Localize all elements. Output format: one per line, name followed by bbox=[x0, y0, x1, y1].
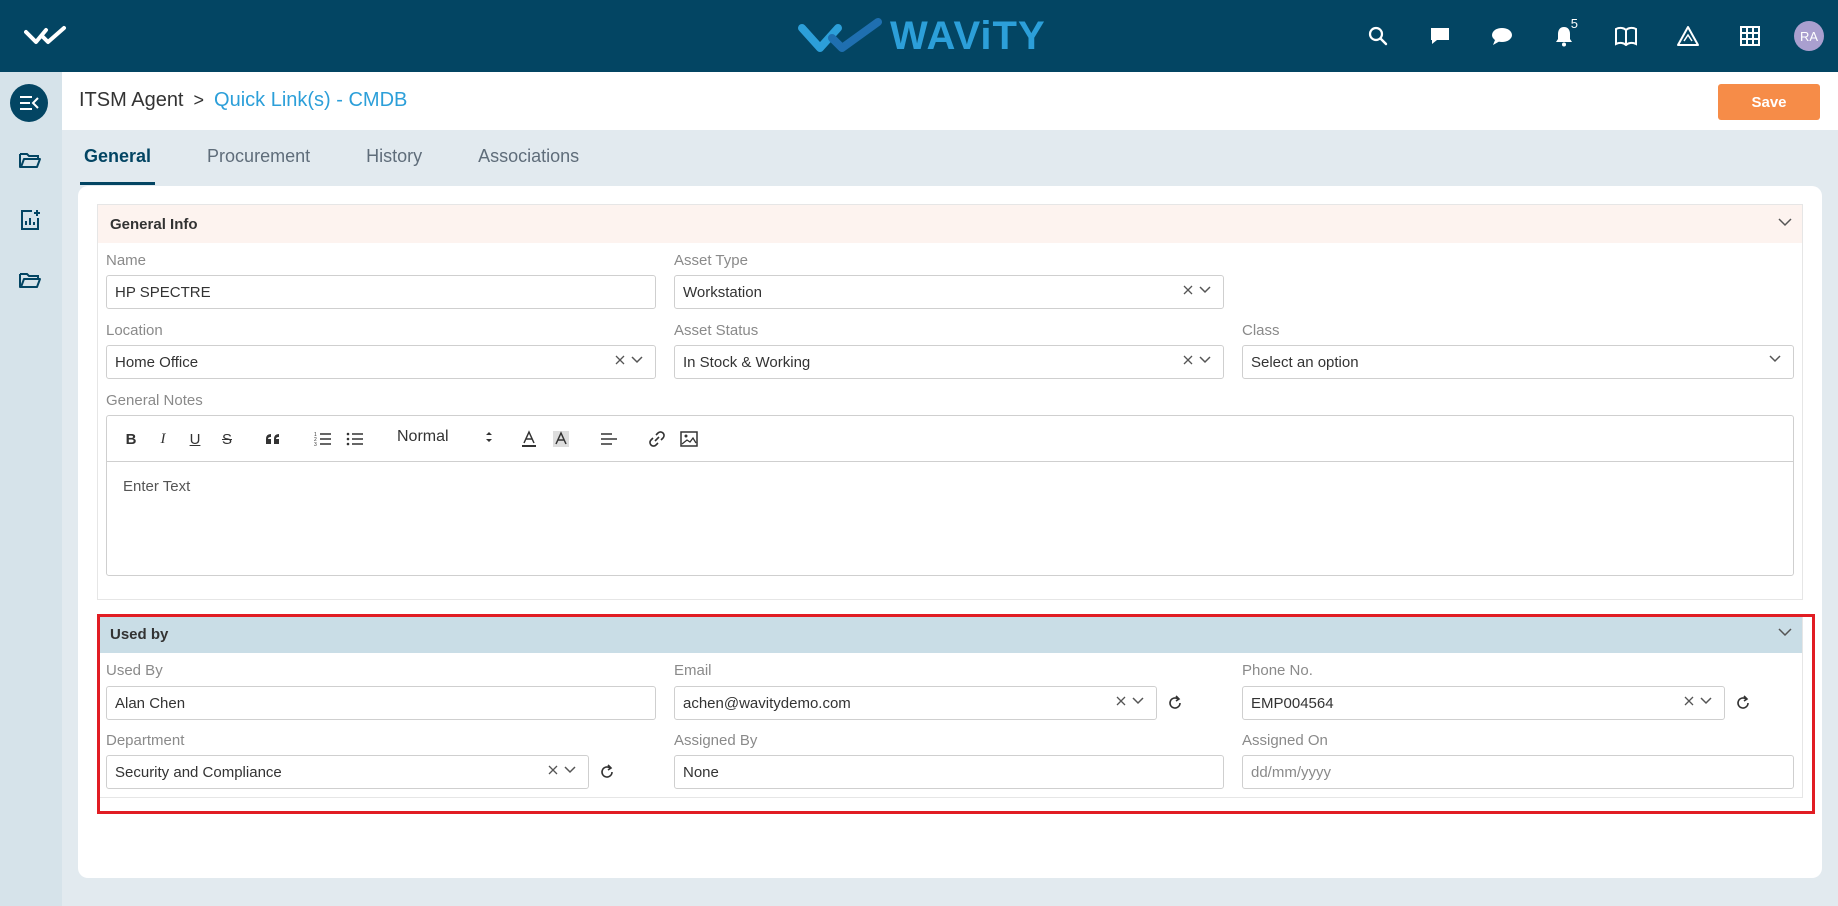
report-add-icon[interactable] bbox=[14, 204, 46, 236]
highlight-box bbox=[97, 614, 1815, 814]
grid-apps-icon[interactable] bbox=[1732, 18, 1768, 54]
top-bar: WAViTY 5 RA bbox=[0, 0, 1838, 72]
location-actions bbox=[609, 355, 643, 365]
editor-toolbar: B I U S 123 Normal bbox=[107, 416, 1793, 462]
asset-status-value: In Stock & Working bbox=[683, 353, 811, 371]
alert-triangle-icon[interactable] bbox=[1670, 18, 1706, 54]
class-actions bbox=[1763, 355, 1781, 363]
asset-type-label: Asset Type bbox=[674, 252, 748, 269]
brand-name: WAViTY bbox=[890, 13, 1046, 58]
chevron-down-icon[interactable] bbox=[631, 356, 643, 364]
notification-bell-icon[interactable]: 5 bbox=[1546, 16, 1582, 54]
top-icon-bar: 5 RA bbox=[1334, 16, 1824, 54]
collapse-menu-icon[interactable] bbox=[10, 84, 48, 122]
location-value: Home Office bbox=[115, 353, 199, 371]
align-icon[interactable] bbox=[599, 429, 619, 449]
chevron-down-icon[interactable] bbox=[1199, 286, 1211, 294]
general-info-header[interactable]: General Info bbox=[98, 205, 1802, 243]
tab-bar: General Procurement History Associations bbox=[80, 140, 631, 185]
asset-status-label: Asset Status bbox=[674, 322, 759, 339]
asset-status-actions bbox=[1177, 355, 1211, 365]
tab-history[interactable]: History bbox=[362, 140, 426, 184]
tab-general[interactable]: General bbox=[80, 140, 156, 185]
text-format-select[interactable]: Normal bbox=[397, 428, 493, 450]
tab-procurement[interactable]: Procurement bbox=[203, 140, 314, 184]
clear-icon[interactable] bbox=[615, 355, 625, 365]
asset-type-select[interactable]: Workstation bbox=[674, 275, 1224, 309]
left-rail bbox=[0, 72, 62, 906]
class-select[interactable]: Select an option bbox=[1242, 345, 1794, 379]
general-notes-label: General Notes bbox=[106, 392, 203, 409]
breadcrumb-separator: > bbox=[193, 90, 205, 110]
text-format-value: Normal bbox=[397, 428, 449, 445]
image-icon[interactable] bbox=[679, 429, 699, 449]
brand-logo: WAViTY bbox=[798, 14, 1046, 58]
user-avatar[interactable]: RA bbox=[1794, 21, 1824, 51]
general-notes-editor: B I U S 123 Normal Enter Text bbox=[106, 415, 1794, 576]
bullet-list-icon[interactable] bbox=[345, 429, 365, 449]
general-info-title: General Info bbox=[110, 215, 198, 233]
chevron-down-icon[interactable] bbox=[1769, 355, 1781, 363]
location-select[interactable]: Home Office bbox=[106, 345, 656, 379]
asset-type-actions bbox=[1177, 285, 1211, 295]
folder-icon[interactable] bbox=[14, 264, 46, 296]
chevron-down-icon[interactable] bbox=[1199, 356, 1211, 364]
ordered-list-icon[interactable]: 123 bbox=[313, 429, 333, 449]
folder-open-icon[interactable] bbox=[14, 144, 46, 176]
asset-status-select[interactable]: In Stock & Working bbox=[674, 345, 1224, 379]
text-color-icon[interactable] bbox=[519, 429, 539, 449]
brand-mark-icon bbox=[798, 18, 882, 52]
clear-icon[interactable] bbox=[1183, 355, 1193, 365]
svg-text:3: 3 bbox=[314, 442, 317, 447]
location-label: Location bbox=[106, 322, 163, 339]
strikethrough-icon[interactable]: S bbox=[217, 429, 237, 449]
background-color-icon[interactable] bbox=[551, 429, 571, 449]
link-icon[interactable] bbox=[647, 429, 667, 449]
bold-icon[interactable]: B bbox=[121, 429, 141, 449]
notes-placeholder: Enter Text bbox=[123, 478, 191, 495]
clear-icon[interactable] bbox=[1183, 285, 1193, 295]
class-label: Class bbox=[1242, 322, 1280, 339]
blockquote-icon[interactable] bbox=[263, 429, 283, 449]
page-header: ITSM Agent > Quick Link(s) - CMDB Save bbox=[62, 72, 1838, 130]
notification-count: 5 bbox=[1570, 16, 1578, 31]
breadcrumb-current[interactable]: Quick Link(s) - CMDB bbox=[214, 89, 407, 112]
breadcrumb: ITSM Agent > Quick Link(s) - CMDB bbox=[79, 89, 407, 112]
name-input[interactable]: HP SPECTRE bbox=[106, 275, 656, 309]
notes-editor-body[interactable]: Enter Text bbox=[107, 462, 1793, 511]
wavity-mark-icon[interactable] bbox=[24, 24, 72, 48]
chevron-down-icon[interactable] bbox=[1778, 217, 1792, 227]
knowledge-book-icon[interactable] bbox=[1608, 18, 1644, 54]
tab-associations[interactable]: Associations bbox=[474, 140, 583, 184]
italic-icon[interactable]: I bbox=[153, 429, 173, 449]
name-value: HP SPECTRE bbox=[115, 283, 211, 301]
asset-type-value: Workstation bbox=[683, 283, 762, 301]
save-button[interactable]: Save bbox=[1718, 84, 1820, 120]
name-label: Name bbox=[106, 252, 147, 269]
message-icon[interactable] bbox=[1422, 18, 1458, 54]
select-arrows-icon bbox=[486, 432, 492, 442]
chat-icon[interactable] bbox=[1484, 18, 1520, 54]
underline-icon[interactable]: U bbox=[185, 429, 205, 449]
class-placeholder: Select an option bbox=[1251, 353, 1359, 371]
breadcrumb-root[interactable]: ITSM Agent bbox=[79, 89, 184, 112]
search-icon[interactable] bbox=[1360, 18, 1396, 54]
